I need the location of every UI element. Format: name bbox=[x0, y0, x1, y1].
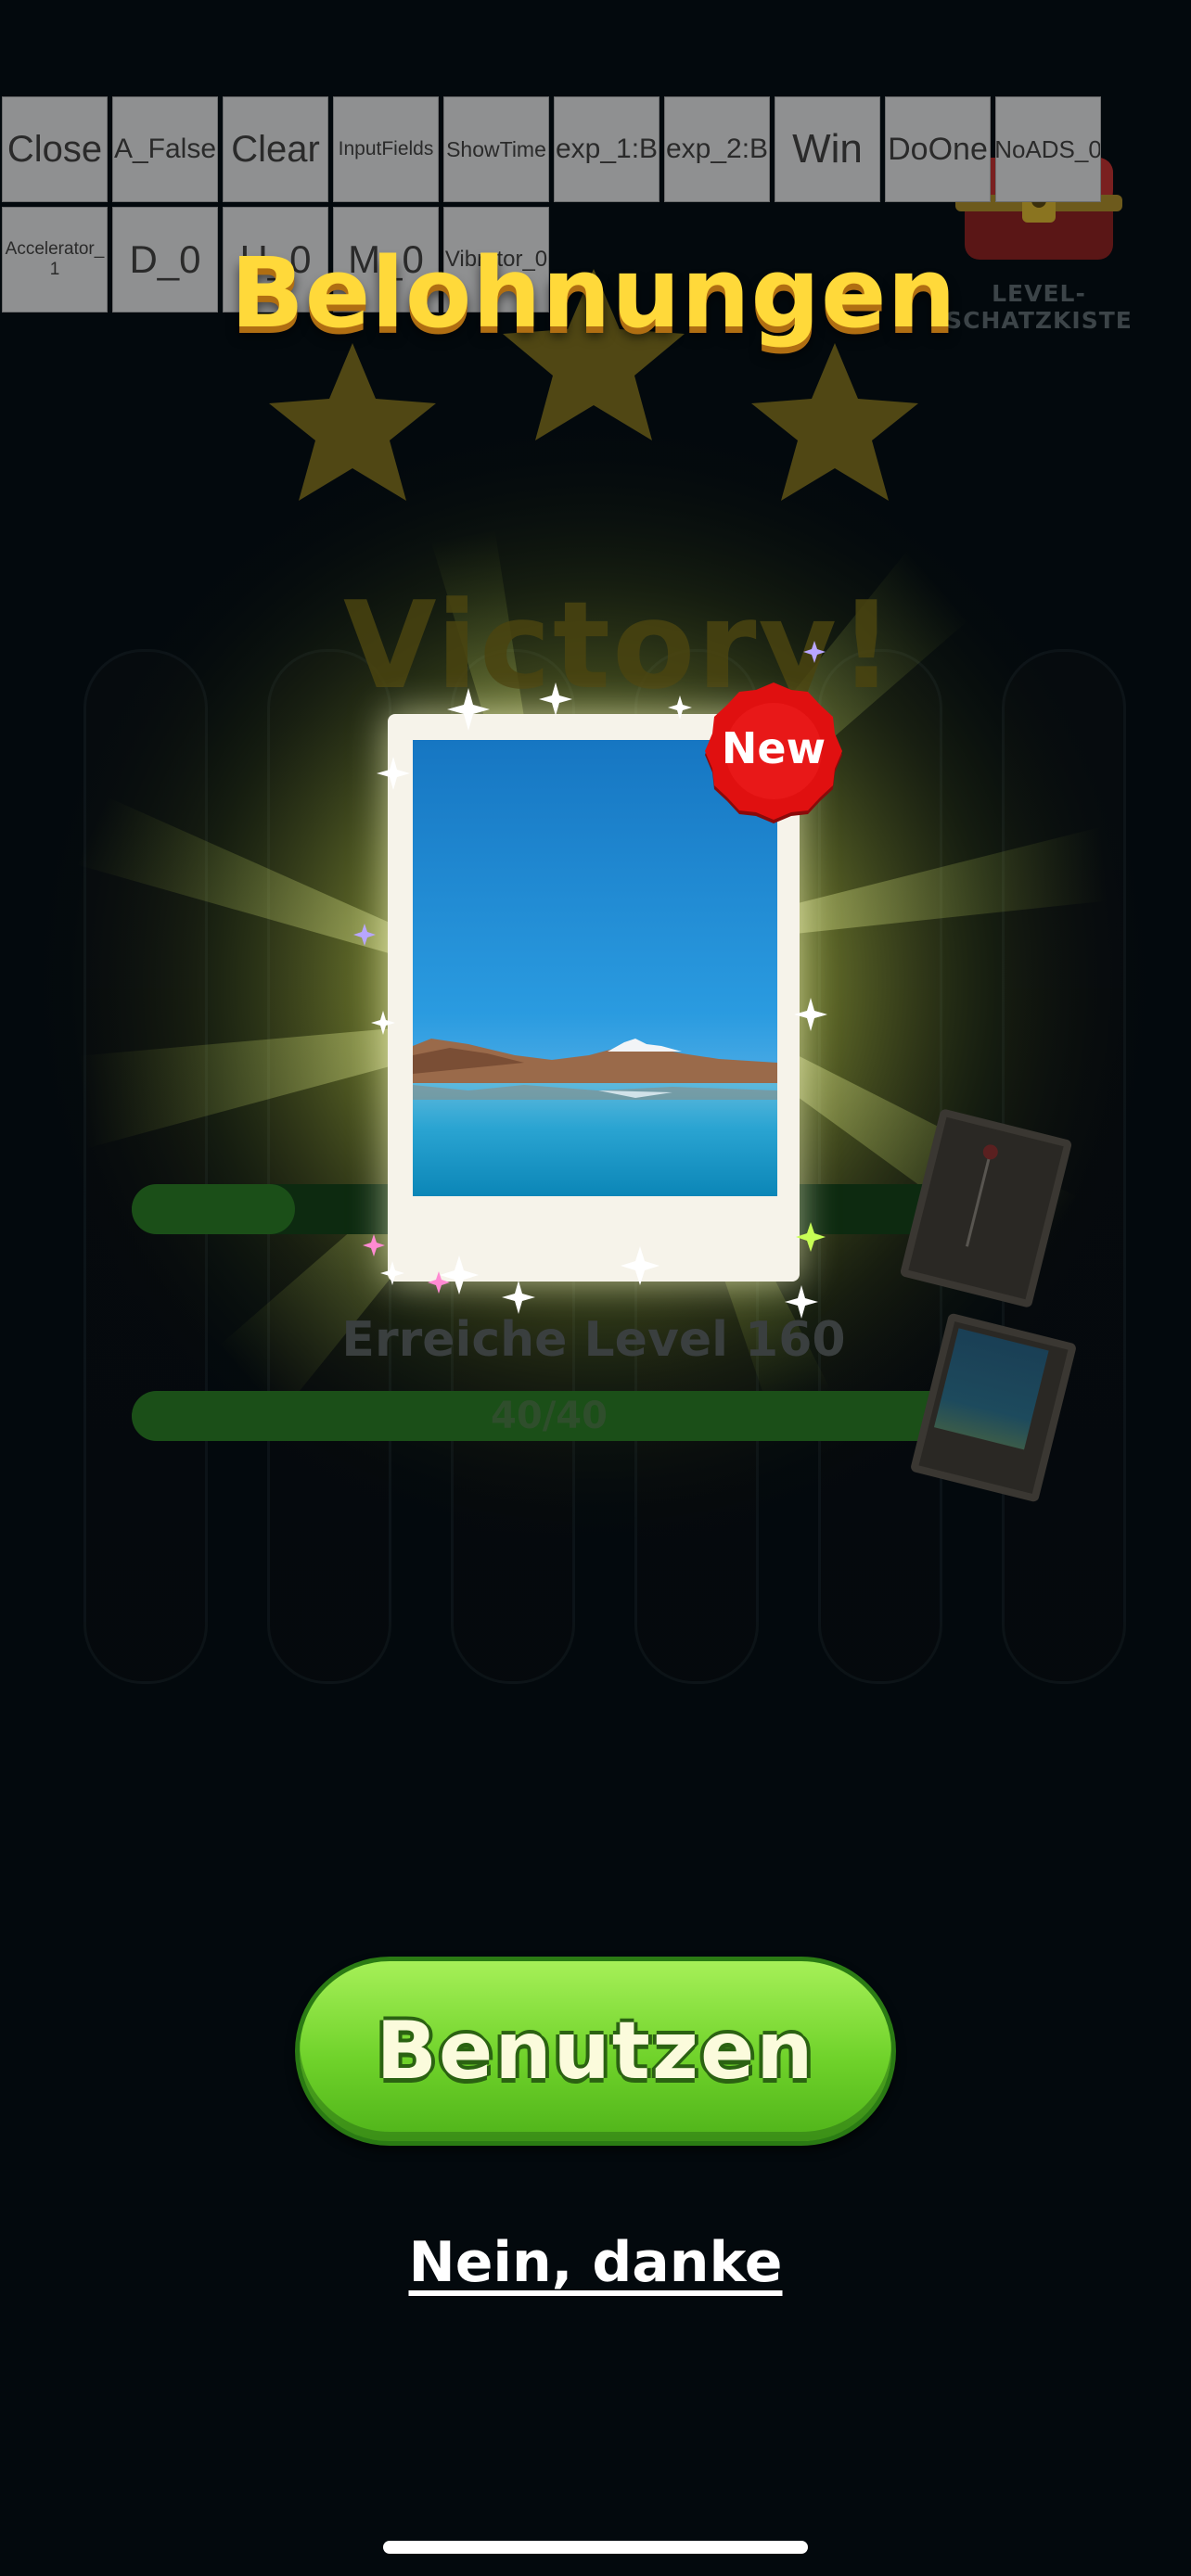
no-thanks-link[interactable]: Nein, danke bbox=[364, 2230, 827, 2295]
level-progress-text: 40/40 bbox=[491, 1395, 608, 1437]
home-indicator[interactable] bbox=[383, 2541, 808, 2554]
star-icon bbox=[751, 343, 918, 501]
new-badge-label: New bbox=[721, 723, 826, 773]
use-button[interactable]: Benutzen bbox=[295, 1957, 896, 2146]
page-title: Belohnungen bbox=[230, 236, 957, 350]
debug-exp1-button[interactable]: exp_1:B bbox=[554, 96, 660, 202]
debug-clear-button[interactable]: Clear bbox=[223, 96, 328, 202]
star-icon bbox=[269, 343, 436, 501]
debug-noads-button[interactable]: NoADS_0 bbox=[995, 96, 1101, 202]
debug-doone-button[interactable]: DoOne bbox=[885, 96, 991, 202]
level-progress-bar: 40/40 bbox=[132, 1391, 967, 1441]
debug-accelerator-button[interactable]: Accelerator_1 bbox=[2, 207, 108, 312]
debug-showtime-button[interactable]: ShowTime bbox=[443, 96, 549, 202]
debug-inputfields-button[interactable]: InputFields bbox=[333, 96, 439, 202]
debug-exp2-button[interactable]: exp_2:B bbox=[664, 96, 770, 202]
debug-win-button[interactable]: Win bbox=[775, 96, 880, 202]
use-button-label: Benutzen bbox=[376, 2005, 815, 2098]
debug-close-button[interactable]: Close bbox=[2, 96, 108, 202]
debug-d-button[interactable]: D_0 bbox=[112, 207, 218, 312]
debug-a-false-button[interactable]: A_False bbox=[112, 96, 218, 202]
